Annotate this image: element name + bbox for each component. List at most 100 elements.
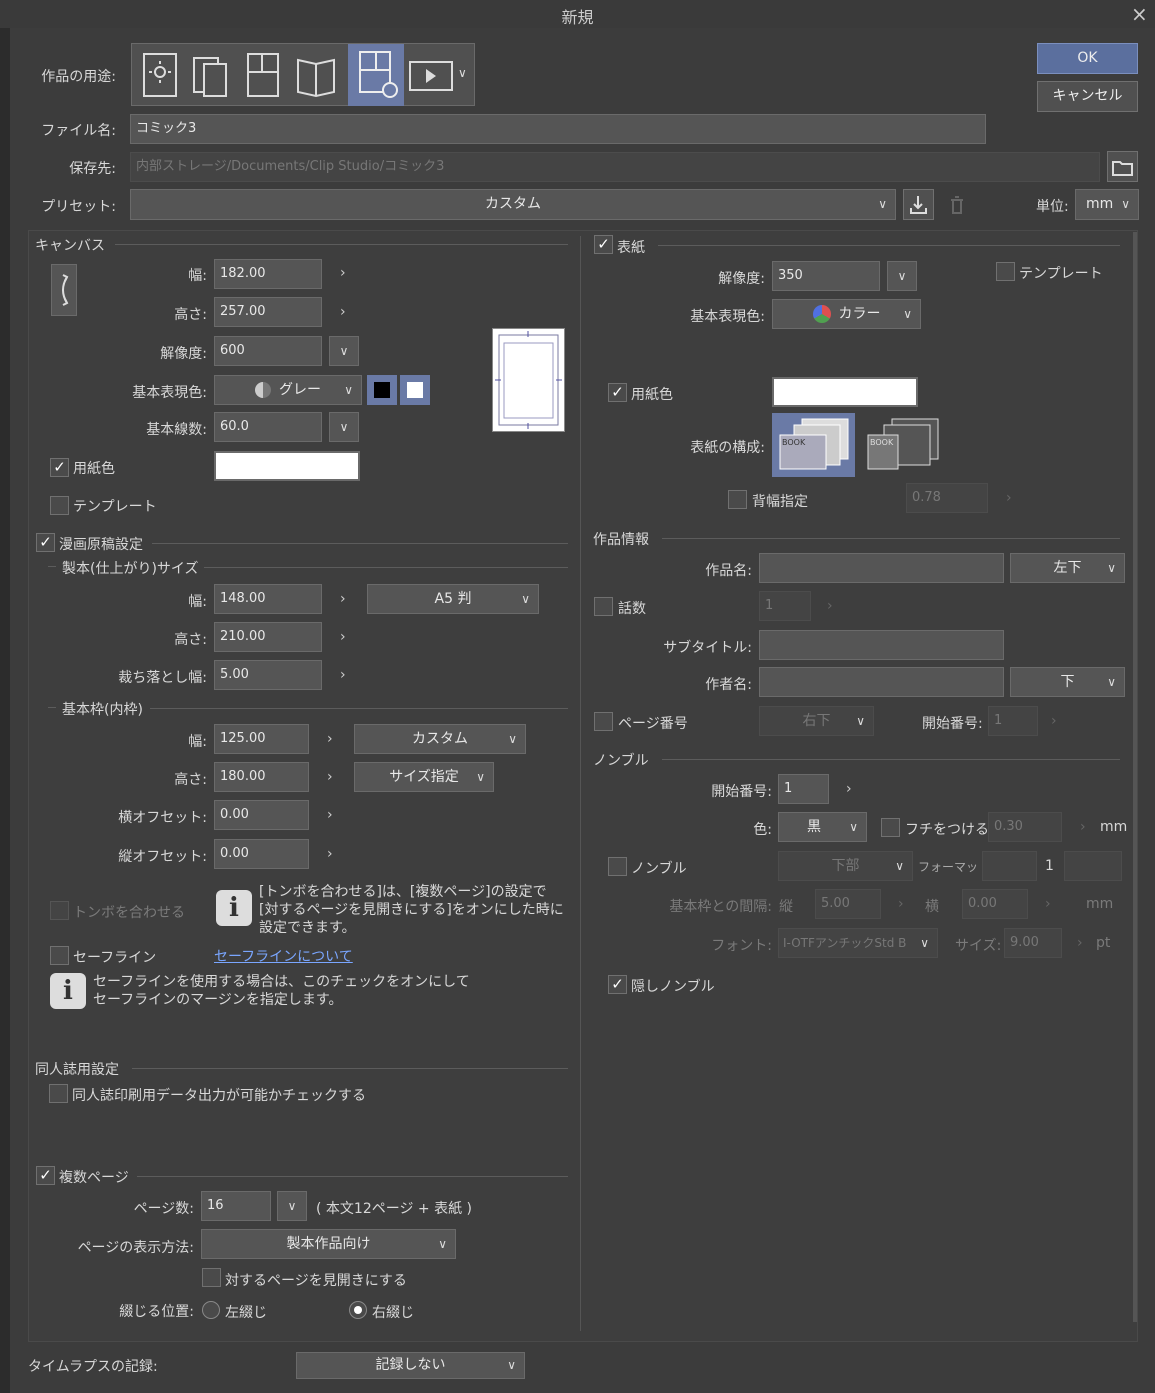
x-offset-input[interactable]: 0.00 [214,800,309,830]
nombre-checkbox[interactable] [608,857,627,876]
nombre-start-arrow-icon[interactable]: › [846,781,852,797]
canvas-width-input[interactable]: 182.00 [214,259,322,289]
nombre-gap-unit: mm [1086,896,1114,912]
canvas-color-label: 基本表現色: [132,385,207,401]
cover-checkbox[interactable]: ✓ [594,235,613,254]
frame-height-arrow-icon[interactable]: › [327,769,333,785]
chevron-down-icon: ∨ [476,770,485,784]
bind-width-input[interactable]: 148.00 [214,584,322,614]
usage-label: 作品の用途: [41,69,116,85]
nombre-section-line [662,759,1120,760]
canvas-paper-color-swatch[interactable] [214,451,360,481]
cover-color-dropdown[interactable]: カラー ∨ [772,299,921,329]
cover-template-checkbox[interactable] [996,262,1015,281]
canvas-template-checkbox[interactable] [50,496,69,515]
page-count-input[interactable]: 16 [201,1191,271,1221]
unit-dropdown[interactable]: mm ∨ [1075,189,1139,220]
usage-comic-icon[interactable] [188,50,232,100]
canvas-height-input[interactable]: 257.00 [214,297,322,327]
work-info-title: 作品情報 [593,532,649,548]
multi-page-checkbox[interactable]: ✓ [36,1166,55,1185]
nombre-edge-unit: mm [1100,819,1128,835]
ok-button[interactable]: OK [1037,43,1138,74]
safe-info-line2: セーフラインのマージンを指定します。 [93,992,343,1008]
canvas-width-arrow-icon[interactable]: › [340,265,346,281]
y-offset-arrow-icon[interactable]: › [327,846,333,862]
canvas-height-arrow-icon[interactable]: › [340,304,346,320]
timelapse-dropdown[interactable]: 記録しない ∨ [296,1352,525,1379]
left-bind-radio[interactable] [202,1301,220,1319]
safe-line-link[interactable]: セーフラインについて [214,946,353,966]
page-display-dropdown[interactable]: 製本作品向け ∨ [201,1229,456,1259]
frame-mode-dropdown[interactable]: サイズ指定 ∨ [354,762,494,792]
cover-res-label: 解像度: [718,271,765,287]
white-color-swatch[interactable] [400,375,430,405]
usage-book-icon[interactable] [294,50,338,100]
subtitle-label: サブタイトル: [663,640,752,656]
canvas-res-input[interactable]: 600 [214,336,322,366]
bind-height-arrow-icon[interactable]: › [340,629,346,645]
bleed-input[interactable]: 5.00 [214,660,322,690]
canvas-paper-checkbox[interactable]: ✓ [50,458,69,477]
right-bind-radio[interactable] [349,1301,367,1319]
cover-res-dropdown-icon[interactable]: ∨ [887,261,917,291]
bind-height-input[interactable]: 210.00 [214,622,322,652]
hidden-nombre-checkbox[interactable]: ✓ [608,975,627,994]
cover-paper-color-swatch[interactable] [772,377,918,407]
close-icon[interactable]: × [1131,2,1148,26]
frame-preset-dropdown[interactable]: カスタム ∨ [354,724,526,754]
rotate-orientation-icon[interactable] [51,264,77,316]
cover-paper-checkbox[interactable]: ✓ [608,383,627,402]
page-start-label: 開始番号: [922,716,983,732]
nombre-font-dropdown: I-OTFアンチックStd B ∨ [778,928,938,958]
usage-illustration-icon[interactable] [138,50,182,100]
preset-dropdown[interactable]: カスタム ∨ [130,189,896,220]
manga-settings-checkbox[interactable]: ✓ [36,533,55,552]
canvas-line-dropdown-icon[interactable]: ∨ [329,412,359,442]
usage-animation-icon[interactable] [408,50,454,100]
bleed-arrow-icon[interactable]: › [340,667,346,683]
episode-checkbox[interactable] [594,597,613,616]
canvas-res-dropdown-icon[interactable]: ∨ [329,336,359,366]
cover-config-option-1[interactable]: BOOK [772,413,855,477]
nombre-start-input[interactable]: 1 [778,774,829,804]
nombre-edge-checkbox[interactable] [881,818,900,837]
usage-page-icon[interactable] [240,50,284,100]
safe-line-checkbox[interactable] [50,946,69,965]
work-title-position-dropdown[interactable]: 左下 ∨ [1010,553,1125,583]
cancel-button[interactable]: キャンセル [1037,81,1138,112]
frame-width-input[interactable]: 125.00 [214,724,309,754]
bind-size-dropdown[interactable]: A5 判 ∨ [367,584,539,614]
bind-width-arrow-icon[interactable]: › [340,591,346,607]
doujin-checkbox[interactable] [49,1084,68,1103]
chevron-down-icon: ∨ [521,592,530,606]
frame-width-arrow-icon[interactable]: › [327,731,333,747]
filename-input[interactable]: コミック3 [130,114,986,144]
frame-height-input[interactable]: 180.00 [214,762,309,792]
canvas-color-dropdown[interactable]: グレー ∨ [214,375,362,405]
folder-browse-icon[interactable] [1107,151,1138,182]
subtitle-input[interactable] [759,630,1004,660]
chevron-down-icon: ∨ [508,732,517,746]
y-offset-input[interactable]: 0.00 [214,839,309,869]
nombre-edge-label: フチをつける [905,822,989,838]
author-position-dropdown[interactable]: 下 ∨ [1010,667,1125,697]
work-title-input[interactable] [759,553,1004,583]
cover-res-input[interactable]: 350 [772,261,880,291]
scrollbar[interactable] [1133,232,1137,1322]
cover-config-option-2[interactable]: BOOK [862,413,945,477]
spine-checkbox[interactable] [728,490,747,509]
x-offset-arrow-icon[interactable]: › [327,807,333,823]
nombre-color-dropdown[interactable]: 黒 ∨ [778,812,867,842]
page-count-dropdown-icon[interactable]: ∨ [277,1191,307,1221]
author-input[interactable] [759,667,1004,697]
black-color-swatch[interactable] [367,375,397,405]
usage-custom-icon[interactable] [348,44,404,106]
page-number-checkbox[interactable] [594,712,613,731]
usage-dropdown-chevron-icon[interactable]: ∨ [458,66,467,80]
spread-checkbox[interactable] [202,1268,221,1287]
right-bind-label: 右綴じ [372,1305,414,1321]
register-preset-icon[interactable] [903,189,934,220]
canvas-line-input[interactable]: 60.0 [214,412,322,442]
page-number-position-value: 右下 [802,713,831,729]
